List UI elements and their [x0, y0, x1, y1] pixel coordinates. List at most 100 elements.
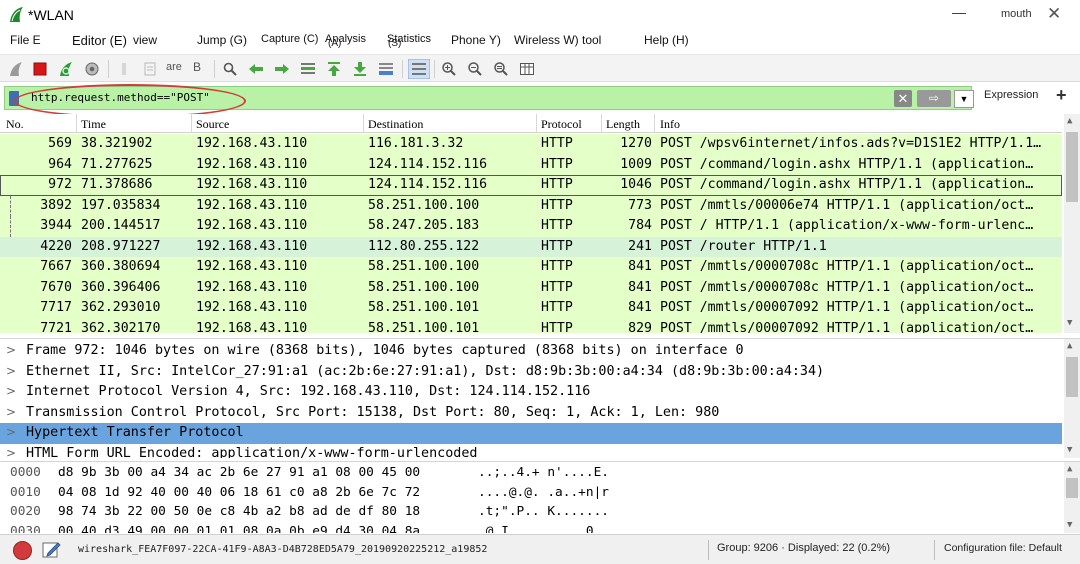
expand-chevron-icon[interactable]: > [6, 343, 16, 357]
packet-row[interactable]: 3944 200.144517 192.168.43.110 58.247.205.1… [0, 216, 1062, 237]
minimize-button[interactable]: — [952, 4, 966, 20]
resize-columns-icon[interactable] [519, 61, 535, 77]
cell-info: POST /mmtls/00007092 HTTP/1.1 (applicati… [660, 320, 1034, 334]
menu-view[interactable]: view [133, 33, 157, 47]
restart-capture-icon[interactable] [58, 61, 74, 77]
detail-row[interactable]: > Ethernet II, Src: IntelCor_27:91:a1 (ac… [0, 362, 1062, 383]
zoom-out-icon[interactable] [467, 61, 483, 77]
clear-filter-icon[interactable]: ✕ [894, 90, 912, 107]
cell-info: POST /mmtls/0000708c HTTP/1.1 (applicati… [660, 279, 1034, 295]
save-file-icon[interactable] [142, 61, 158, 77]
close-button[interactable]: ✕ [1047, 4, 1061, 24]
menu-wireless[interactable]: Wireless W) [514, 33, 579, 47]
details-scrollbar[interactable]: ▲ ▼ [1064, 339, 1080, 458]
scrollbar-thumb[interactable] [1066, 132, 1078, 202]
menu-edit[interactable]: Editor (E) [72, 33, 127, 48]
column-header-source[interactable]: Source [196, 117, 229, 132]
scroll-up-arrow-icon[interactable]: ▲ [1067, 116, 1072, 126]
detail-row[interactable]: > Transmission Control Protocol, Src Port… [0, 403, 1062, 424]
filter-history-chevron-down-icon[interactable]: ▼ [954, 90, 974, 108]
column-header-no[interactable]: No. [6, 117, 24, 132]
expand-chevron-icon[interactable]: > [6, 425, 16, 439]
first-packet-icon[interactable] [326, 61, 342, 77]
expand-chevron-icon[interactable]: > [6, 384, 16, 398]
hex-dump-row[interactable]: 0030 00 40 d3 49 00 00 01 01 08 0a 0b e9 … [0, 522, 1062, 534]
cell-info: POST /wpsv6internet/infos.ads?v=D1S1E2 H… [660, 136, 1042, 151]
hex-dump-row[interactable]: 0000 d8 9b 3b 00 a4 34 ac 2b 6e 27 91 a1 … [0, 463, 1062, 483]
bytes-scrollbar[interactable]: ▲ ▼ [1064, 462, 1080, 533]
column-header-time[interactable]: Time [81, 117, 106, 132]
scroll-down-arrow-icon[interactable]: ▼ [1067, 445, 1072, 455]
cell-no: 972 [48, 177, 72, 192]
start-capture-fin-icon[interactable] [8, 61, 24, 77]
packet-row[interactable]: 964 71.277625 192.168.43.110 124.114.152.11… [0, 154, 1062, 175]
menu-telephony[interactable]: Phone Y) [451, 33, 501, 47]
packet-row-selected[interactable]: 972 71.378686 192.168.43.110 124.114.152.11… [0, 175, 1062, 196]
packet-row[interactable]: 569 38.321902 192.168.43.110 116.181.3.32 HT… [0, 134, 1062, 155]
column-divider[interactable] [601, 114, 602, 133]
packet-details-tree[interactable]: > Frame 972: 1046 bytes on wire (8368 bit… [0, 338, 1080, 458]
packet-bytes-pane[interactable]: 0000 d8 9b 3b 00 a4 34 ac 2b 6e 27 91 a1 … [0, 461, 1080, 533]
expand-chevron-icon[interactable]: > [6, 405, 16, 419]
detail-row[interactable]: > Internet Protocol Version 4, Src: 192.1… [0, 382, 1062, 403]
packet-row[interactable]: 7667 360.380694 192.168.43.110 58.251.100.1… [0, 257, 1062, 278]
go-forward-arrow-icon[interactable] [274, 61, 290, 77]
scrollbar-thumb[interactable] [1066, 357, 1078, 397]
add-filter-button[interactable]: + [1056, 85, 1067, 106]
configuration-profile[interactable]: Configuration file: Default [944, 542, 1062, 554]
column-divider[interactable] [191, 114, 192, 133]
scroll-up-arrow-icon[interactable]: ▲ [1067, 464, 1072, 474]
expand-chevron-icon[interactable]: > [6, 446, 16, 459]
column-header-destination[interactable]: Destination [368, 117, 423, 132]
column-divider[interactable] [654, 114, 655, 133]
open-file-icon[interactable] [116, 61, 132, 77]
stop-capture-icon[interactable] [32, 61, 48, 77]
detail-row-text: Frame 972: 1046 bytes on wire (8368 bits… [26, 343, 744, 358]
cell-proto: HTTP [541, 156, 573, 172]
zoom-normal-icon[interactable] [493, 61, 509, 77]
go-back-arrow-icon[interactable] [248, 61, 264, 77]
packet-list-scrollbar[interactable]: ▲ ▼ [1064, 114, 1080, 333]
menu-capture[interactable]: Capture (C) [261, 33, 318, 45]
expert-info-record-icon[interactable] [13, 541, 32, 560]
column-divider[interactable] [76, 114, 77, 133]
apply-filter-arrow-icon[interactable]: ⇨ [917, 90, 951, 107]
scrollbar-thumb[interactable] [1066, 478, 1078, 498]
hex-dump-row[interactable]: 0020 98 74 3b 22 00 50 0e c8 4b a2 b8 ad … [0, 502, 1062, 522]
detail-row[interactable]: > Frame 972: 1046 bytes on wire (8368 bit… [0, 341, 1062, 362]
packet-row[interactable]: 4220 208.971227 192.168.43.110 112.80.255.1… [0, 236, 1062, 257]
menu-file[interactable]: File E [10, 33, 41, 47]
packet-row[interactable]: 7721 362.302170 192.168.43.110 58.251.100.1… [0, 318, 1062, 334]
hex-dump-row[interactable]: 0010 04 08 1d 92 40 00 40 06 18 61 c0 a8 … [0, 483, 1062, 503]
packet-row[interactable]: 3892 197.035834 192.168.43.110 58.251.100.1… [0, 195, 1062, 217]
menu-help[interactable]: Help (H) [644, 33, 689, 47]
column-header-protocol[interactable]: Protocol [541, 117, 582, 132]
reload-toolbar-label[interactable]: B [193, 60, 201, 74]
detail-row-selected[interactable]: > Hypertext Transfer Protocol [0, 423, 1062, 444]
capture-options-gear-icon[interactable] [84, 61, 100, 77]
scroll-up-arrow-icon[interactable]: ▲ [1067, 341, 1072, 351]
expression-button[interactable]: Expression [984, 89, 1038, 101]
scroll-down-arrow-icon[interactable]: ▼ [1067, 520, 1072, 530]
close-file-toolbar-label[interactable]: are [166, 61, 182, 73]
column-divider[interactable] [536, 114, 537, 133]
expand-chevron-icon[interactable]: > [6, 364, 16, 378]
capture-comment-pencil-icon[interactable] [42, 540, 62, 559]
column-divider[interactable] [363, 114, 364, 133]
scroll-down-arrow-icon[interactable]: ▼ [1067, 318, 1072, 328]
detail-row[interactable]: > HTML Form URL Encoded: application/x-ww… [0, 444, 1062, 459]
cell-time: 362.293010 [81, 300, 161, 315]
colorize-packet-list-icon[interactable] [408, 59, 430, 79]
zoom-in-icon[interactable] [441, 61, 457, 77]
auto-scroll-icon[interactable] [378, 61, 394, 77]
menu-tools[interactable]: tool [582, 33, 601, 47]
find-packet-icon[interactable] [222, 61, 238, 77]
go-to-packet-icon[interactable] [300, 61, 316, 77]
menu-go[interactable]: Jump (G) [197, 33, 247, 47]
packet-row[interactable]: 7717 362.293010 192.168.43.110 58.251.100.1… [0, 298, 1062, 319]
packet-list[interactable]: No. Time Source Destination Protocol Len… [0, 114, 1080, 333]
last-packet-icon[interactable] [352, 61, 368, 77]
column-header-info[interactable]: Info [660, 117, 680, 132]
packet-row[interactable]: 7670 360.396406 192.168.43.110 58.251.100.1… [0, 277, 1062, 298]
column-header-length[interactable]: Length [606, 117, 640, 132]
